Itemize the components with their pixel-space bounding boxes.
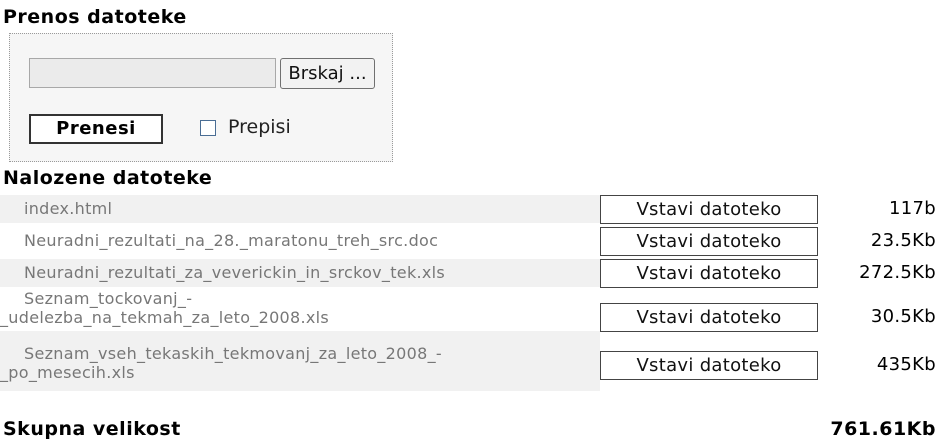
- file-row: Seznam_tockovanj_- _udelezba_na_tekmah_z…: [0, 289, 942, 332]
- insert-file-button[interactable]: Vstavi datoteko: [600, 195, 818, 224]
- insert-file-button[interactable]: Vstavi datoteko: [600, 227, 818, 256]
- file-name: Seznam_vseh_tekaskih_tekmovanj_za_leto_2…: [0, 344, 442, 382]
- file-size: 117b: [889, 198, 936, 219]
- file-name-line1: Seznam_vseh_tekaskih_tekmovanj_za_leto_2…: [24, 344, 442, 363]
- insert-file-button[interactable]: Vstavi datoteko: [600, 303, 818, 332]
- file-name: index.html: [24, 199, 113, 218]
- file-name-line1: Seznam_tockovanj_-: [24, 289, 193, 308]
- file-size: 435Kb: [876, 354, 936, 375]
- file-path-input[interactable]: [29, 58, 276, 88]
- file-size: 23.5Kb: [870, 230, 936, 251]
- browse-button[interactable]: Brskaj ...: [280, 58, 375, 89]
- overwrite-label: Prepisi: [228, 116, 291, 138]
- overwrite-checkbox[interactable]: [200, 120, 216, 136]
- insert-file-button[interactable]: Vstavi datoteko: [600, 351, 818, 380]
- uploaded-files-heading: Nalozene datoteke: [3, 167, 213, 189]
- file-row: Seznam_vseh_tekaskih_tekmovanj_za_leto_2…: [0, 331, 942, 391]
- upload-heading: Prenos datoteke: [3, 6, 187, 28]
- file-name: Neuradni_rezultati_na_28._maratonu_treh_…: [24, 231, 439, 250]
- file-row: Neuradni_rezultati_za_veverickin_in_srck…: [0, 259, 942, 288]
- file-size: 272.5Kb: [859, 262, 936, 283]
- upload-panel: Brskaj ... Prenesi Prepisi: [9, 33, 393, 162]
- upload-button[interactable]: Prenesi: [29, 114, 163, 144]
- file-name-line2: _udelezba_na_tekmah_za_leto_2008.xls: [0, 308, 330, 327]
- insert-file-button[interactable]: Vstavi datoteko: [600, 259, 818, 288]
- file-row: Neuradni_rezultati_na_28._maratonu_treh_…: [0, 227, 942, 256]
- file-row: index.html Vstavi datoteko 117b: [0, 195, 942, 224]
- file-size: 30.5Kb: [870, 306, 936, 327]
- file-name: Neuradni_rezultati_za_veverickin_in_srck…: [24, 263, 446, 282]
- file-name-line2: _po_mesecih.xls: [0, 363, 135, 382]
- total-size-label: Skupna velikost: [3, 418, 181, 440]
- file-name: Seznam_tockovanj_- _udelezba_na_tekmah_z…: [0, 289, 329, 327]
- total-size-value: 761.61Kb: [830, 418, 936, 440]
